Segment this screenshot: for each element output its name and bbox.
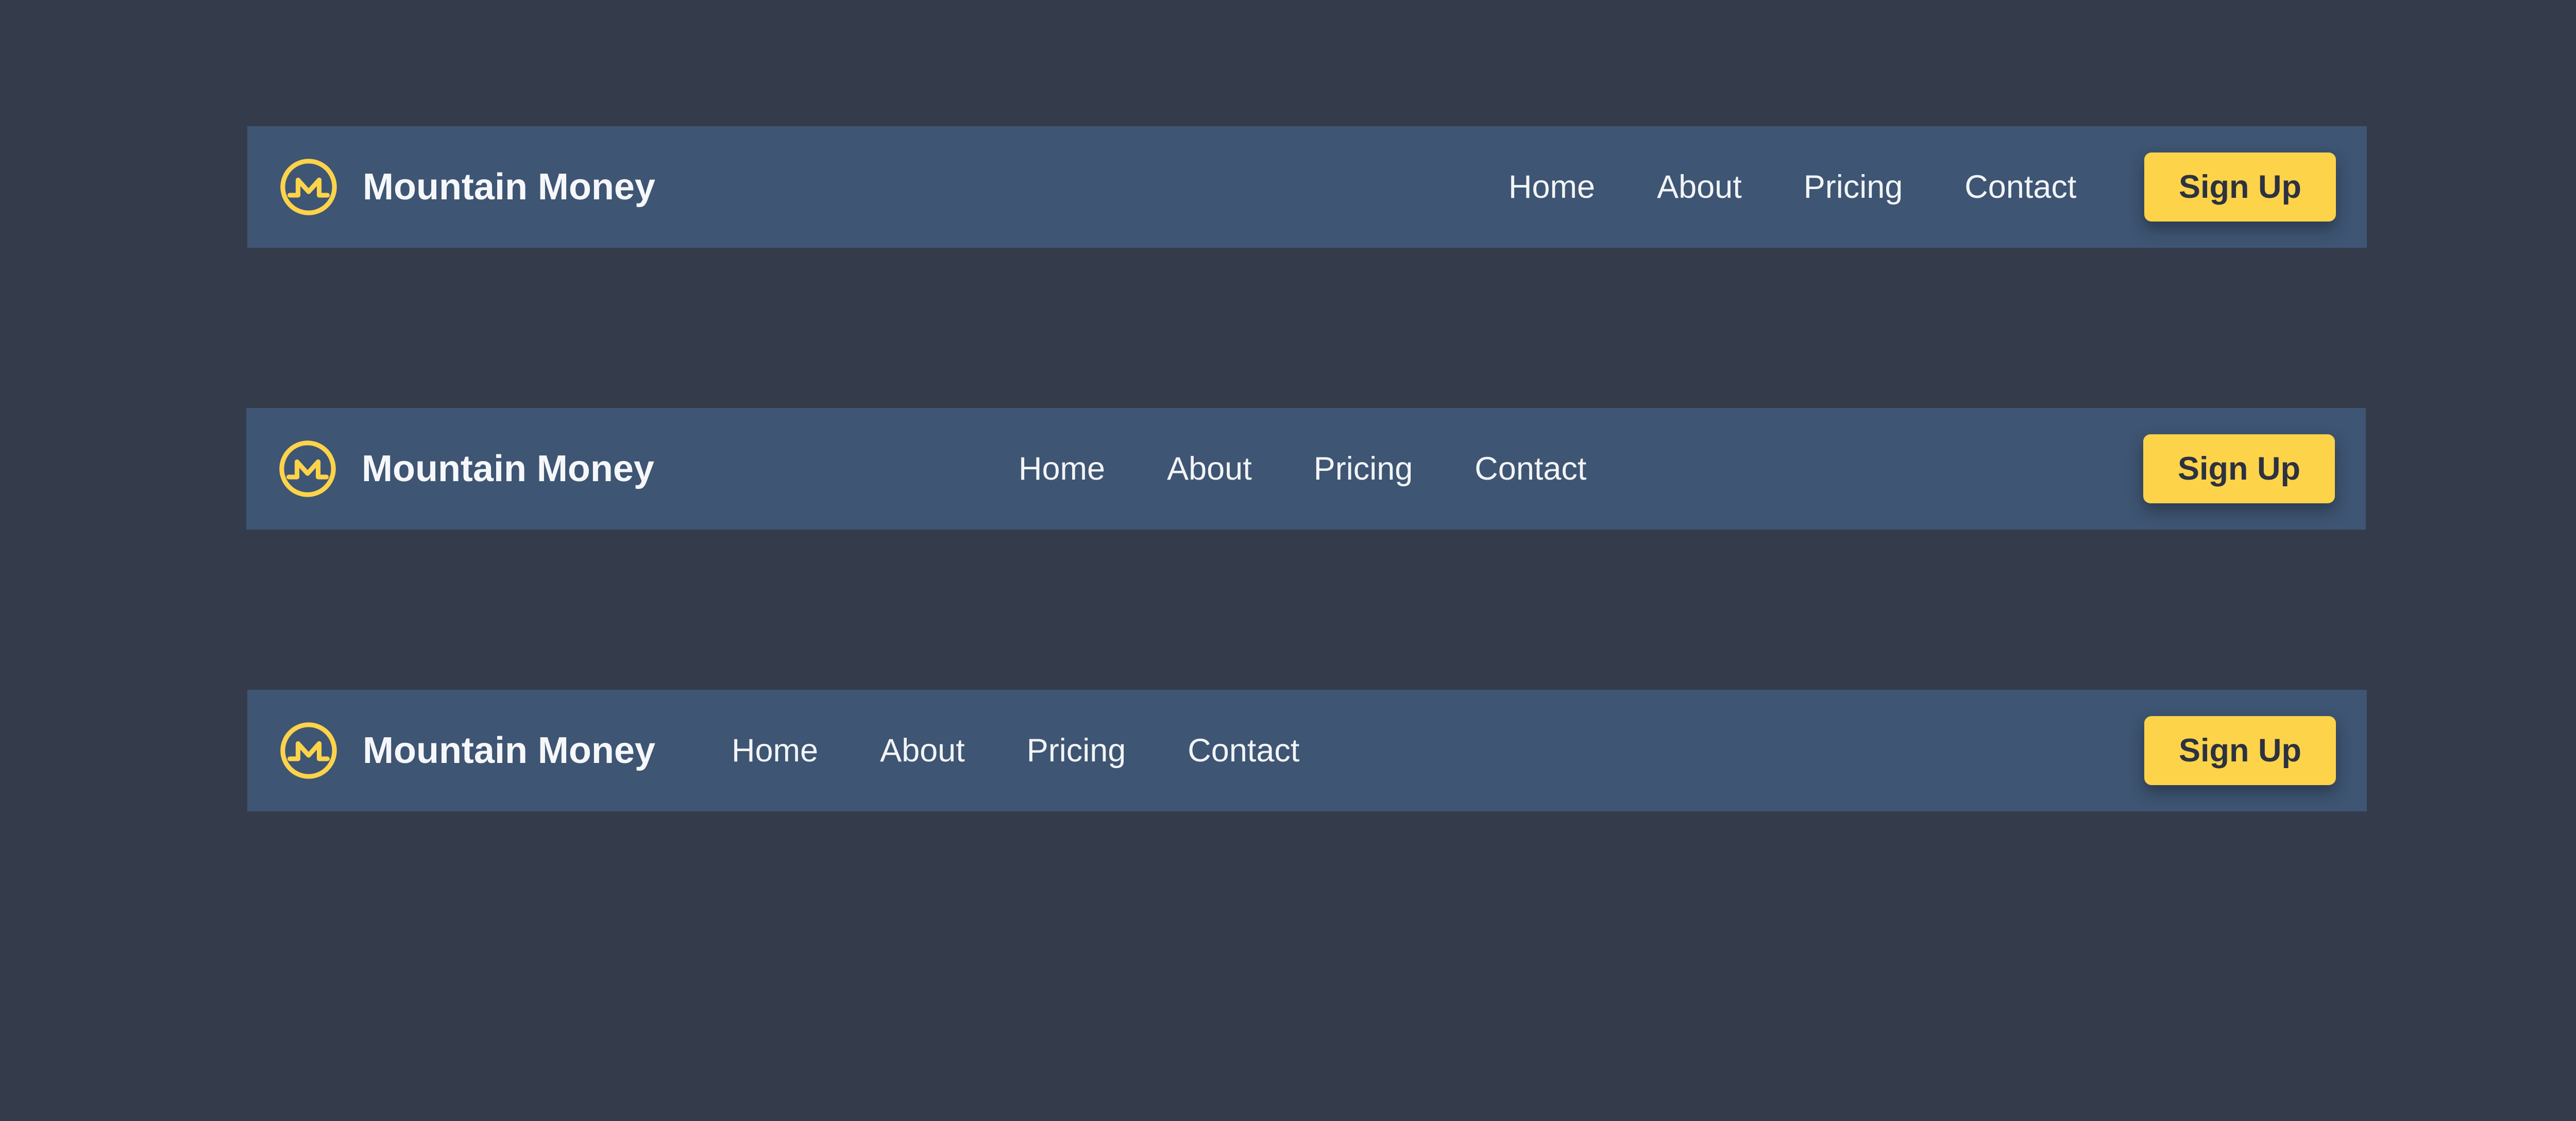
mountain-coin-logo-icon	[279, 440, 336, 497]
brand-name: Mountain Money	[363, 730, 655, 771]
sign-up-button[interactable]: Sign Up	[2144, 716, 2336, 785]
brand[interactable]: Mountain Money	[278, 408, 654, 530]
nav-link-about[interactable]: About	[880, 732, 965, 769]
mountain-coin-logo-icon	[280, 722, 337, 779]
nav-link-home[interactable]: Home	[1019, 450, 1105, 487]
navbar-links-right: Mountain Money Home About Pricing Contac…	[247, 126, 2367, 248]
nav-link-about[interactable]: About	[1657, 168, 1742, 206]
sign-up-button[interactable]: Sign Up	[2144, 152, 2336, 222]
brand[interactable]: Mountain Money	[279, 126, 655, 248]
nav-link-pricing[interactable]: Pricing	[1027, 732, 1126, 769]
nav-links: Home About Pricing Contact	[1019, 408, 1586, 530]
mountain-coin-logo-icon	[280, 159, 337, 215]
navbar-links-left: Mountain Money Home About Pricing Contac…	[247, 690, 2367, 811]
nav-link-pricing[interactable]: Pricing	[1314, 450, 1413, 487]
nav-link-home[interactable]: Home	[1509, 168, 1595, 206]
navbar-links-center: Mountain Money Home About Pricing Contac…	[246, 408, 2366, 530]
nav-link-contact[interactable]: Contact	[1188, 732, 1299, 769]
nav-link-about[interactable]: About	[1167, 450, 1252, 487]
nav-link-pricing[interactable]: Pricing	[1804, 168, 1903, 206]
nav-link-contact[interactable]: Contact	[1964, 168, 2076, 206]
brand[interactable]: Mountain Money	[279, 690, 655, 811]
sign-up-button[interactable]: Sign Up	[2143, 434, 2335, 503]
nav-links: Home About Pricing Contact	[1509, 126, 2076, 248]
nav-link-contact[interactable]: Contact	[1475, 450, 1586, 487]
nav-links: Home About Pricing Contact	[732, 690, 1299, 811]
brand-name: Mountain Money	[363, 166, 655, 208]
nav-link-home[interactable]: Home	[732, 732, 818, 769]
brand-name: Mountain Money	[362, 448, 654, 489]
